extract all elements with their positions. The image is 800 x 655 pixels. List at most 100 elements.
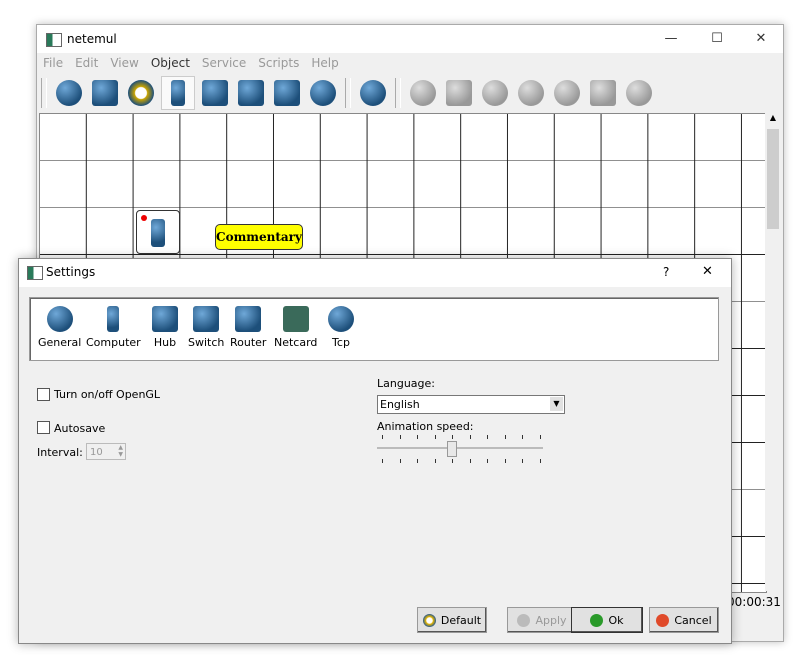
- language-label: Language:: [377, 377, 435, 390]
- page-label: Router: [230, 336, 267, 349]
- close-button[interactable]: ✕: [739, 27, 783, 51]
- select-tool[interactable]: [53, 77, 85, 109]
- pause-button[interactable]: [357, 77, 389, 109]
- router-tool[interactable]: [271, 77, 303, 109]
- page-label: Switch: [188, 336, 225, 349]
- menu-help[interactable]: Help: [311, 56, 338, 70]
- menu-scripts[interactable]: Scripts: [258, 56, 299, 70]
- chevron-down-icon: ▼: [550, 397, 563, 411]
- cancel-label: Cancel: [674, 613, 712, 627]
- slider-tick: [452, 435, 453, 439]
- switch-icon: [193, 306, 220, 332]
- app-icon: [46, 33, 62, 47]
- program-tool[interactable]: [587, 77, 619, 109]
- page-label: Hub: [153, 336, 177, 349]
- dialog-close-button[interactable]: ✕: [702, 264, 713, 279]
- language-select[interactable]: English ▼: [377, 395, 565, 414]
- toolbar: [37, 75, 783, 111]
- menu-view[interactable]: View: [110, 56, 138, 70]
- window-title: netemul: [67, 32, 117, 46]
- ok-button[interactable]: Ok: [571, 607, 643, 633]
- minimize-button[interactable]: —: [649, 27, 693, 51]
- apply-button[interactable]: Apply: [507, 607, 577, 633]
- arp-icon: [554, 80, 580, 106]
- settings-tool[interactable]: [407, 77, 439, 109]
- ok-label: Ok: [608, 613, 624, 627]
- slider-tick: [539, 435, 541, 439]
- autosave-label: Autosave: [54, 422, 106, 435]
- interval-spinbox[interactable]: 10 ▲ ▼: [86, 443, 126, 460]
- page-hub[interactable]: Hub: [152, 306, 178, 349]
- page-label: General: [38, 336, 82, 349]
- computer-icon: [107, 306, 120, 332]
- router-icon: [274, 80, 300, 106]
- vertical-scrollbar[interactable]: ▲: [765, 113, 781, 591]
- gear-icon: [626, 80, 652, 106]
- slider-tick: [399, 459, 401, 463]
- menu-service[interactable]: Service: [202, 56, 246, 70]
- menu-file[interactable]: File: [43, 56, 63, 70]
- printer-tool[interactable]: [479, 77, 511, 109]
- move-icon: [310, 80, 336, 106]
- commentary-note[interactable]: Commentary: [215, 224, 303, 250]
- slider-tick: [539, 459, 541, 463]
- move-tool[interactable]: [307, 77, 339, 109]
- slider-tick: [382, 459, 383, 463]
- settings-icon: [410, 80, 436, 106]
- route-table-tool[interactable]: [515, 77, 547, 109]
- pause-icon: [360, 80, 386, 106]
- slider-tick: [434, 435, 436, 439]
- interval-value: 10: [90, 447, 103, 458]
- opengl-checkbox[interactable]: [37, 388, 50, 401]
- switch-tool[interactable]: [235, 77, 267, 109]
- page-netcard[interactable]: Netcard: [274, 306, 317, 349]
- netcard-icon: [446, 80, 472, 106]
- page-switch[interactable]: Switch: [188, 306, 224, 349]
- menu-object[interactable]: Object: [151, 56, 190, 70]
- page-router[interactable]: Router: [230, 306, 266, 349]
- apply-label: Apply: [535, 613, 567, 627]
- language-value: English: [380, 398, 420, 411]
- animation-speed-label: Animation speed:: [377, 420, 474, 433]
- default-button[interactable]: Default: [417, 607, 487, 633]
- cable-tool[interactable]: [125, 77, 157, 109]
- menu-bar: File Edit View Object Service Scripts He…: [37, 53, 789, 73]
- maximize-button[interactable]: ☐: [695, 27, 739, 51]
- slider-tick: [469, 435, 471, 439]
- cable-icon: [128, 80, 154, 106]
- tcp-icon: [328, 306, 354, 332]
- page-general[interactable]: General: [38, 306, 81, 349]
- page-label: Tcp: [332, 336, 350, 349]
- slider-tick: [399, 435, 401, 439]
- settings-page-list: General Computer Hub Switch Router Netca…: [29, 297, 719, 361]
- note-tool[interactable]: [89, 77, 121, 109]
- arp-tool[interactable]: [551, 77, 583, 109]
- slider-thumb[interactable]: [447, 441, 458, 457]
- router-table-icon: [518, 80, 544, 106]
- gear-tool[interactable]: [623, 77, 655, 109]
- router-icon: [235, 306, 262, 332]
- animation-speed-slider[interactable]: [377, 435, 543, 465]
- hub-tool[interactable]: [199, 77, 231, 109]
- select-icon: [56, 80, 82, 106]
- opengl-label: Turn on/off OpenGL: [54, 388, 161, 401]
- menu-edit[interactable]: Edit: [75, 56, 98, 70]
- autosave-checkbox[interactable]: [37, 421, 50, 434]
- page-tcp[interactable]: Tcp: [328, 306, 354, 349]
- hub-icon: [152, 306, 178, 332]
- app-icon: [27, 266, 43, 280]
- title-bar: netemul — ☐ ✕: [37, 25, 783, 53]
- slider-tick: [522, 459, 523, 463]
- slider-tick: [487, 435, 488, 439]
- computer-tool[interactable]: [161, 76, 195, 110]
- slider-tick: [382, 435, 383, 439]
- netcard-tool[interactable]: [443, 77, 475, 109]
- default-label: Default: [440, 613, 482, 627]
- page-computer[interactable]: Computer: [86, 306, 141, 349]
- check-icon: [590, 613, 604, 627]
- cancel-button[interactable]: Cancel: [649, 607, 719, 633]
- status-led-icon: [141, 215, 147, 221]
- help-button[interactable]: ?: [663, 265, 669, 279]
- status-time: 00:00:31: [727, 595, 781, 609]
- computer-device[interactable]: [136, 210, 180, 254]
